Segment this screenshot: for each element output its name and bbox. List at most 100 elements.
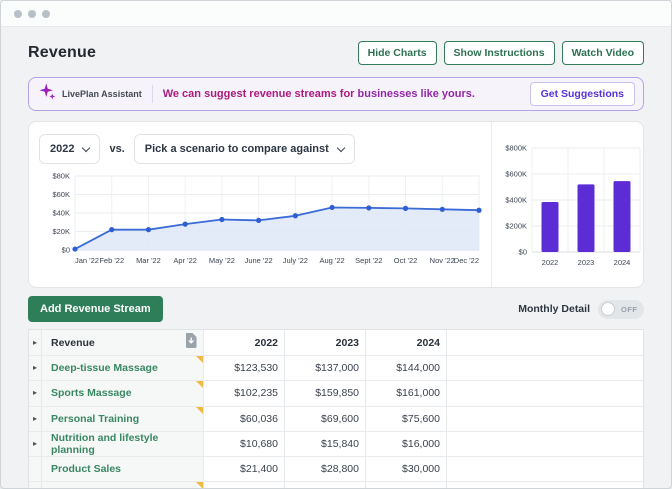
revenue-stream-name: Personal Training — [51, 413, 139, 425]
header-year-2024[interactable]: 2024 — [366, 330, 447, 355]
chevron-down-icon — [337, 143, 345, 151]
svg-text:Jan '22: Jan '22 — [75, 256, 99, 265]
toggle-knob — [601, 302, 615, 316]
row-expand-gutter[interactable]: ▸ — [29, 407, 42, 431]
table-row: ▸ Nutrition and lifestyle planning $10,680… — [29, 432, 643, 457]
assistant-message: We can suggest revenue streams for busin… — [163, 88, 475, 100]
svg-text:Oct '22: Oct '22 — [394, 256, 418, 265]
get-suggestions-button[interactable]: Get Suggestions — [530, 82, 635, 106]
scenario-select[interactable]: Pick a scenario to compare against — [134, 134, 355, 164]
row-expand-gutter — [29, 457, 42, 481]
svg-text:Feb '22: Feb '22 — [99, 256, 124, 265]
window-dot-2[interactable] — [28, 10, 36, 18]
toggle-state-label: OFF — [621, 305, 638, 314]
window-dot-3[interactable] — [42, 10, 50, 18]
monthly-detail-control: Monthly Detail OFF — [518, 300, 644, 319]
chevron-down-icon — [82, 143, 90, 151]
svg-text:2022: 2022 — [542, 258, 559, 267]
header-year-2023[interactable]: 2023 — [285, 330, 366, 355]
header-button-show-instructions[interactable]: Show Instructions — [444, 41, 555, 65]
svg-text:$40K: $40K — [52, 209, 70, 218]
scenario-select-placeholder: Pick a scenario to compare against — [145, 143, 329, 155]
value-cell-2023[interactable]: $69,600 — [285, 407, 366, 431]
value-cell-2023[interactable]: $159,850 — [285, 381, 366, 405]
svg-text:Aug '22: Aug '22 — [319, 256, 344, 265]
revenue-stream-name: Sports Massage — [51, 387, 132, 399]
row-expand-gutter[interactable]: ▸ — [29, 482, 42, 488]
assistant-name: LivePlan Assistant — [62, 89, 142, 99]
value-cell-2023[interactable]: $114,000 — [285, 482, 366, 488]
caret-right-icon: ▸ — [33, 389, 37, 397]
table-row: ▸Craniosacral Therapy$63,360$114,000$113… — [29, 482, 643, 488]
value-cell-2024[interactable]: $16,000 — [366, 432, 447, 456]
svg-text:$200K: $200K — [505, 222, 527, 231]
filler-cell — [447, 381, 643, 405]
add-revenue-stream-button[interactable]: Add Revenue Stream — [28, 296, 163, 322]
header-expand-gutter[interactable]: ▸ — [29, 330, 42, 355]
note-flag-icon — [196, 482, 203, 488]
value-cell-2022[interactable]: $102,235 — [204, 381, 285, 405]
actions-row: Add Revenue Stream Monthly Detail OFF — [28, 296, 644, 322]
monthly-detail-label: Monthly Detail — [518, 303, 590, 315]
row-expand-gutter[interactable]: ▸ — [29, 432, 42, 456]
caret-right-icon: ▸ — [33, 339, 37, 347]
revenue-stream-name: Deep-tissue Massage — [51, 362, 158, 374]
svg-text:Nov '22: Nov '22 — [430, 256, 455, 265]
table-header-row: ▸ Revenue 2022 2023 2024 — [29, 330, 643, 356]
row-expand-gutter[interactable]: ▸ — [29, 356, 42, 380]
svg-text:$400K: $400K — [505, 196, 527, 205]
value-cell-2023[interactable]: $28,800 — [285, 457, 366, 481]
row-expand-gutter[interactable]: ▸ — [29, 381, 42, 405]
svg-text:$20K: $20K — [52, 227, 70, 236]
value-cell-2022[interactable]: $123,530 — [204, 356, 285, 380]
caret-right-icon: ▸ — [33, 364, 37, 372]
revenue-stream-name-cell[interactable]: Product Sales — [42, 457, 204, 481]
filler-cell — [447, 356, 643, 380]
vs-label: vs. — [109, 143, 124, 155]
monthly-detail-toggle[interactable]: OFF — [598, 300, 644, 319]
filler-cell — [447, 457, 643, 481]
document-import-icon[interactable] — [185, 333, 197, 353]
value-cell-2024[interactable]: $30,000 — [366, 457, 447, 481]
value-cell-2024[interactable]: $113,000 — [366, 482, 447, 488]
header-button-hide-charts[interactable]: Hide Charts — [358, 41, 437, 65]
revenue-stream-name: Nutrition and lifestyle planning — [51, 432, 197, 456]
revenue-stream-name-cell[interactable]: Sports Massage — [42, 381, 204, 405]
svg-text:$60K: $60K — [52, 190, 70, 199]
window-titlebar — [1, 1, 671, 27]
value-cell-2022[interactable]: $21,400 — [204, 457, 285, 481]
header-year-2022[interactable]: 2022 — [204, 330, 285, 355]
svg-text:Sept '22: Sept '22 — [355, 256, 382, 265]
table-body: ▸ Deep-tissue Massage $123,530$137,000$144… — [29, 356, 643, 488]
revenue-stream-name-cell[interactable]: Deep-tissue Massage — [42, 356, 204, 380]
svg-text:$0: $0 — [519, 248, 527, 257]
caret-right-icon: ▸ — [33, 415, 37, 423]
header-filler-cell — [447, 330, 643, 355]
header-buttons: Hide Charts Show Instructions Watch Video — [358, 41, 644, 65]
caret-right-icon: ▸ — [33, 440, 37, 448]
revenue-stream-name: Product Sales — [51, 463, 121, 475]
year-select[interactable]: 2022 — [39, 134, 100, 164]
table-row: ▸ Sports Massage $102,235$159,850$161,000 — [29, 381, 643, 406]
value-cell-2022[interactable]: $10,680 — [204, 432, 285, 456]
note-flag-icon — [196, 407, 203, 414]
svg-text:$80K: $80K — [52, 172, 70, 181]
note-flag-icon — [196, 381, 203, 388]
banner-divider — [152, 85, 153, 103]
assistant-banner: LivePlan Assistant We can suggest revenu… — [28, 77, 644, 111]
revenue-stream-name-cell[interactable]: Craniosacral Therapy — [42, 482, 204, 488]
revenue-stream-name-cell[interactable]: Nutrition and lifestyle planning — [42, 432, 204, 456]
value-cell-2023[interactable]: $15,840 — [285, 432, 366, 456]
value-cell-2023[interactable]: $137,000 — [285, 356, 366, 380]
value-cell-2024[interactable]: $75,600 — [366, 407, 447, 431]
assistant-message-secondary: businesses like yours. — [358, 88, 475, 100]
window-dot-1[interactable] — [14, 10, 22, 18]
revenue-stream-name-cell[interactable]: Personal Training — [42, 407, 204, 431]
svg-text:Apr '22: Apr '22 — [173, 256, 197, 265]
value-cell-2022[interactable]: $60,036 — [204, 407, 285, 431]
header-button-watch-video[interactable]: Watch Video — [562, 41, 644, 65]
value-cell-2022[interactable]: $63,360 — [204, 482, 285, 488]
assistant-message-primary: We can suggest revenue streams for — [163, 88, 355, 100]
value-cell-2024[interactable]: $144,000 — [366, 356, 447, 380]
value-cell-2024[interactable]: $161,000 — [366, 381, 447, 405]
